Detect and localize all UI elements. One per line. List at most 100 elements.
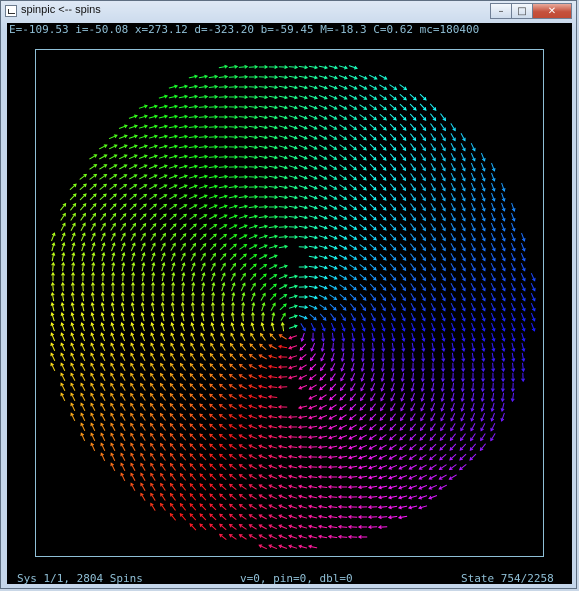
- spin-arrow: [439, 443, 447, 451]
- spin-canvas[interactable]: E=-109.53 i=-50.08 x=273.12 d=-323.20 b=…: [7, 23, 572, 585]
- spin-arrow: [189, 383, 197, 391]
- spin-arrow: [459, 453, 467, 461]
- spin-arrow: [199, 453, 207, 461]
- window-controls: – □ ✕: [490, 3, 572, 20]
- spin-arrow: [379, 253, 387, 261]
- spin-arrow: [249, 343, 257, 351]
- spin-arrow: [369, 153, 377, 161]
- spin-arrow: [229, 253, 237, 261]
- spin-arrow: [369, 163, 377, 171]
- spin-arrow: [79, 193, 87, 201]
- spin-arrow: [389, 243, 397, 251]
- spin-arrow: [199, 413, 207, 421]
- spin-arrow: [369, 283, 377, 291]
- spin-arrow: [189, 413, 197, 421]
- spin-arrow: [209, 373, 217, 381]
- spin-arrow: [219, 363, 227, 371]
- spin-arrow: [199, 503, 207, 511]
- spin-arrow: [209, 473, 217, 481]
- state-info: State 754/2258: [461, 572, 554, 585]
- spin-arrow: [399, 103, 407, 111]
- spin-arrow: [199, 373, 207, 381]
- spin-arrow: [369, 143, 377, 151]
- spin-arrow: [379, 153, 387, 161]
- maximize-button[interactable]: □: [511, 3, 533, 19]
- spin-arrow: [419, 103, 427, 111]
- spin-arrow: [329, 303, 337, 311]
- spin-arrow: [379, 133, 387, 141]
- spin-arrow: [169, 223, 177, 231]
- spin-arrow: [199, 463, 207, 471]
- maximize-icon: □: [517, 5, 527, 17]
- spin-arrow: [189, 433, 197, 441]
- spin-arrow: [89, 193, 97, 201]
- spin-arrow: [199, 433, 207, 441]
- spin-arrow: [119, 203, 127, 211]
- close-button[interactable]: ✕: [532, 3, 572, 19]
- spin-arrow: [199, 473, 207, 481]
- spin-arrow: [389, 423, 397, 431]
- spin-arrow: [139, 213, 147, 221]
- spin-arrow: [209, 243, 217, 251]
- spin-arrow: [419, 93, 427, 101]
- spin-arrow: [199, 233, 207, 241]
- spin-arrow: [349, 293, 357, 301]
- spin-arrow: [199, 423, 207, 431]
- spin-arrow: [149, 213, 157, 221]
- spin-arrow: [209, 513, 217, 521]
- spin-arrow: [379, 163, 387, 171]
- spin-arrow: [379, 223, 387, 231]
- spin-arrow: [189, 523, 197, 531]
- minimize-icon: –: [498, 5, 504, 17]
- spin-arrow: [189, 393, 197, 401]
- spin-arrow: [379, 193, 387, 201]
- spin-arrow: [209, 493, 217, 501]
- spin-arrow: [209, 483, 217, 491]
- spin-arrow: [379, 203, 387, 211]
- spin-arrow: [199, 393, 207, 401]
- spin-arrow: [199, 483, 207, 491]
- spin-arrow: [309, 363, 317, 371]
- spin-arrow: [319, 373, 327, 381]
- app-window: spinpic <-- spins – □ ✕ E=-109.53 i=-50.…: [0, 0, 577, 589]
- spin-arrow: [209, 503, 217, 511]
- spin-arrow: [369, 193, 377, 201]
- window-title: spinpic <-- spins: [21, 4, 101, 16]
- spin-arrow: [339, 393, 347, 401]
- spin-arrow: [389, 123, 397, 131]
- spin-arrow: [399, 113, 407, 121]
- spin-arrow: [429, 443, 437, 451]
- spin-arrow: [369, 263, 377, 271]
- spin-field[interactable]: [35, 49, 544, 557]
- spin-arrow: [409, 113, 417, 121]
- spin-arrow: [389, 133, 397, 141]
- minimize-button[interactable]: –: [490, 3, 512, 19]
- spin-arrow: [449, 443, 457, 451]
- spin-arrow: [99, 203, 107, 211]
- spin-arrow: [379, 213, 387, 221]
- spin-arrow: [179, 223, 187, 231]
- spin-arrow: [199, 523, 207, 531]
- spin-arrow: [409, 103, 417, 111]
- spin-arrow: [239, 353, 247, 361]
- spin-arrow: [369, 183, 377, 191]
- spin-arrow: [379, 123, 387, 131]
- spin-arrow: [199, 443, 207, 451]
- spin-arrow: [379, 183, 387, 191]
- spin-arrow: [189, 423, 197, 431]
- spin-arrow: [109, 203, 117, 211]
- energy-status-line: E=-109.53 i=-50.08 x=273.12 d=-323.20 b=…: [9, 23, 480, 36]
- spin-arrow: [189, 443, 197, 451]
- pin-info: v=0, pin=0, dbl=0: [240, 572, 353, 585]
- spin-arrow: [329, 383, 337, 391]
- title-bar[interactable]: spinpic <-- spins – □ ✕: [1, 1, 576, 23]
- spin-arrow: [389, 233, 397, 241]
- spin-arrow: [369, 203, 377, 211]
- spin-arrow: [379, 273, 387, 281]
- spin-arrow: [219, 243, 227, 251]
- spin-arrow: [159, 213, 167, 221]
- system-info: Sys 1/1, 2804 Spins: [17, 572, 143, 585]
- spin-arrow: [409, 433, 417, 441]
- spin-arrow: [369, 213, 377, 221]
- spin-arrow: [69, 193, 77, 201]
